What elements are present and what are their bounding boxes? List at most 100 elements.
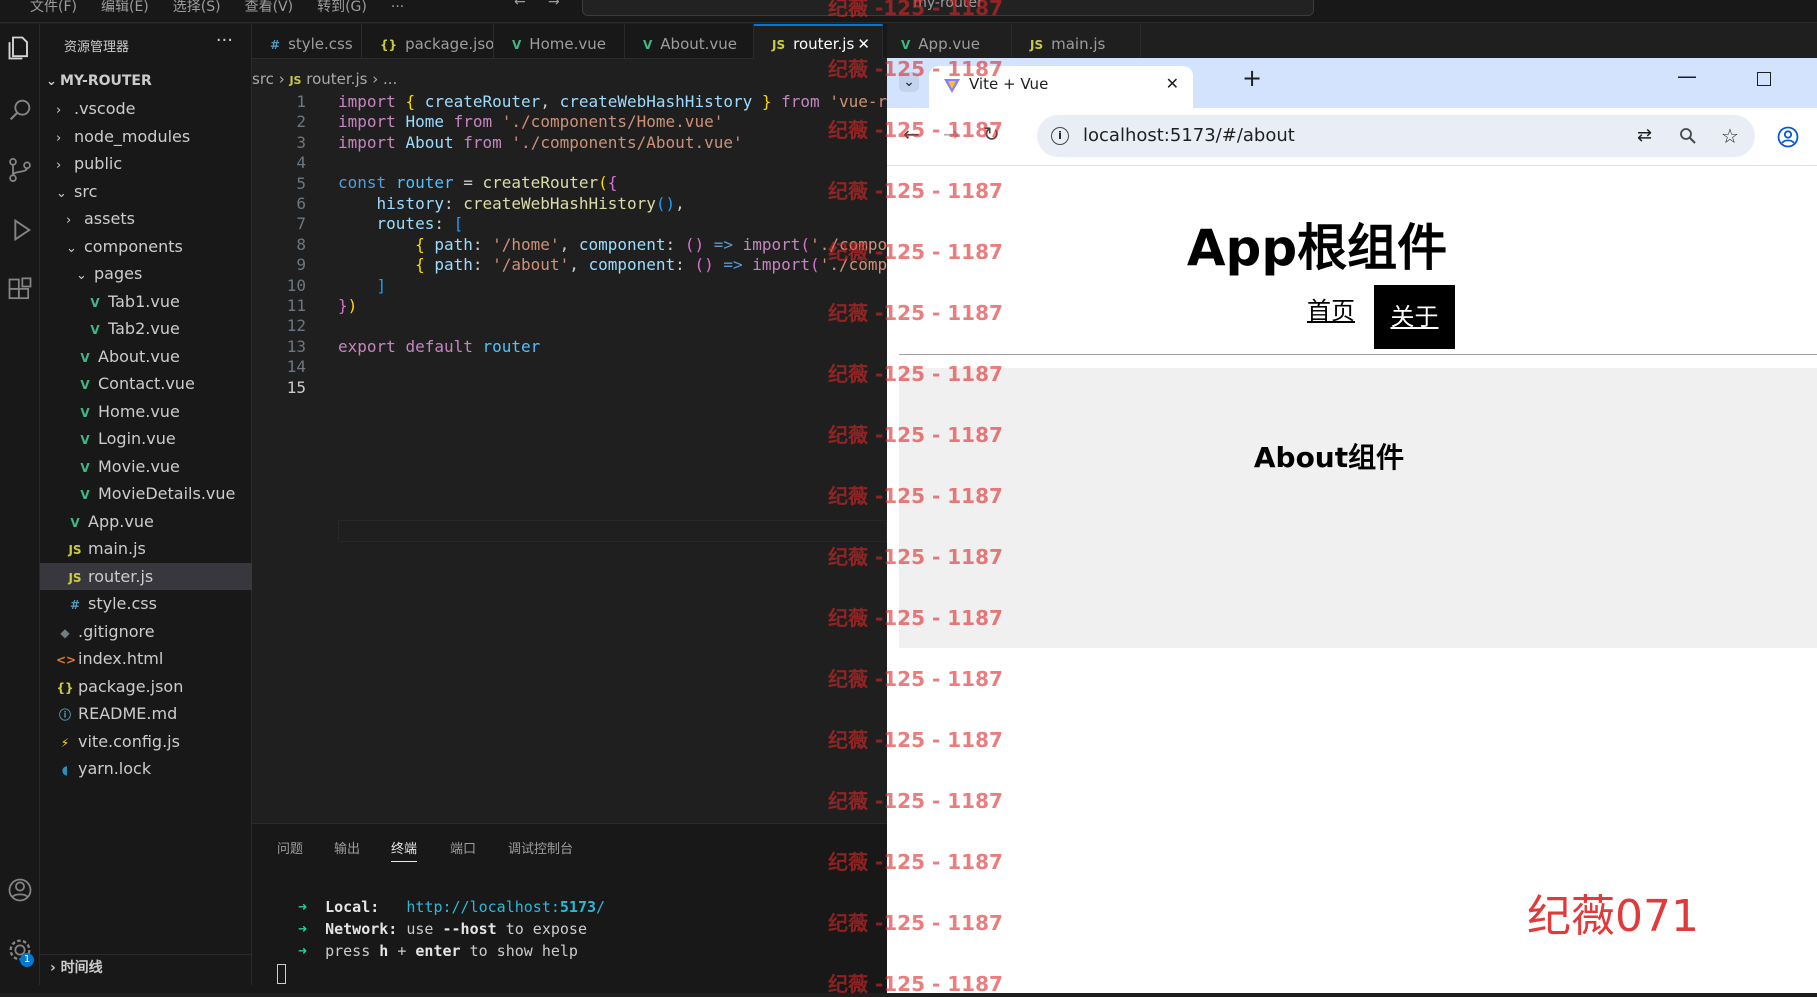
menu-file[interactable]: 文件(F): [30, 0, 77, 16]
chevron-down-icon: ⌄: [66, 240, 77, 256]
js-file-icon: JS: [289, 74, 302, 87]
forward-arrow-icon[interactable]: →: [548, 0, 560, 10]
js-file-icon: JS: [1030, 38, 1044, 52]
tree-item[interactable]: ⌄ components: [40, 233, 252, 260]
bookmark-star-icon[interactable]: ☆: [1721, 115, 1739, 157]
tree-item[interactable]: JS router.js: [40, 562, 252, 590]
code-editor[interactable]: 1 2 3 4 5 6 7 8 9 10 11 12 13 14 15 import { createRou…: [252, 92, 1080, 822]
tree-item[interactable]: V Movie.vue: [40, 453, 252, 480]
timeline-label: 时间线: [60, 960, 103, 976]
tree-item[interactable]: V Contact.vue: [40, 370, 252, 397]
menu-select[interactable]: 选择(S): [173, 0, 221, 16]
close-tab-icon[interactable]: ✕: [1166, 66, 1179, 102]
tree-item[interactable]: V Home.vue: [40, 398, 252, 425]
browser-tab-bar: ⌄ Vite + Vue ✕ + —: [887, 58, 1817, 108]
zoom-icon[interactable]: [1679, 127, 1697, 145]
tree-item[interactable]: › node_modules: [40, 123, 252, 150]
tree-item[interactable]: ⓘ README.md: [40, 700, 252, 727]
watermark-text: 纪薇 -125 - 1187: [828, 667, 1003, 691]
watermark-text: 纪薇 -125 - 1187: [828, 362, 1003, 386]
nav-link-home[interactable]: 首页: [1307, 291, 1355, 326]
nav-link-about[interactable]: 关于: [1374, 285, 1455, 349]
tree-item[interactable]: ◖ yarn.lock: [40, 755, 252, 782]
tree-item[interactable]: › assets: [40, 205, 252, 232]
timeline-section[interactable]: › 时间线: [40, 954, 252, 980]
local-url[interactable]: http://localhost:5173/: [406, 898, 605, 916]
tree-item[interactable]: V Tab1.vue: [40, 288, 252, 315]
maximize-button[interactable]: [1757, 72, 1771, 86]
tree-item[interactable]: › .vscode: [40, 95, 252, 122]
tab-package-json[interactable]: {} package.json: [362, 24, 494, 59]
tab-label: About.vue: [660, 35, 738, 53]
tab-output[interactable]: 输出: [334, 838, 360, 857]
breadcrumb-folder[interactable]: src: [252, 70, 274, 88]
run-debug-icon[interactable]: [6, 216, 34, 244]
git-file-icon: ◆: [60, 625, 70, 640]
breadcrumb: src › JS router.js › ...: [252, 70, 397, 88]
tree-item[interactable]: ⌄ src: [40, 178, 252, 205]
tree-item[interactable]: V Login.vue: [40, 425, 252, 452]
back-arrow-icon[interactable]: ←: [514, 0, 526, 10]
profile-icon[interactable]: [1777, 126, 1799, 148]
menu-view[interactable]: 查看(V): [245, 0, 294, 16]
status-bar: [0, 985, 887, 993]
search-icon[interactable]: [6, 96, 34, 124]
vue-file-icon: V: [90, 295, 100, 310]
tree-item[interactable]: ⌄ pages: [40, 260, 252, 287]
tree-item-label: About.vue: [98, 346, 180, 366]
new-tab-button[interactable]: +: [1242, 64, 1262, 92]
tree-item[interactable]: # style.css: [40, 590, 252, 617]
account-icon[interactable]: [6, 876, 34, 904]
current-line-highlight: [338, 520, 887, 542]
local-label: Local:: [325, 898, 380, 916]
tree-item[interactable]: V MovieDetails.vue: [40, 480, 252, 507]
menu-more[interactable]: ···: [391, 0, 404, 15]
site-info-icon[interactable]: i: [1051, 127, 1069, 145]
explorer-title: 资源管理器: [64, 40, 130, 55]
tab-problems[interactable]: 问题: [277, 838, 303, 857]
explorer-more-button[interactable]: ···: [216, 30, 233, 51]
tree-item-label: App.vue: [88, 511, 154, 531]
address-bar[interactable]: i localhost:5173/#/about ⇄ ☆: [1037, 115, 1755, 157]
tab-Home-vue[interactable]: V Home.vue: [494, 24, 625, 59]
project-root[interactable]: ⌄ MY-ROUTER: [40, 68, 252, 95]
vue-file-icon: V: [80, 350, 90, 365]
vue-file-icon: V: [512, 38, 522, 52]
vue-file-icon: V: [80, 460, 90, 475]
breadcrumb-symbols[interactable]: ...: [383, 70, 397, 88]
extensions-icon[interactable]: [6, 276, 34, 304]
breadcrumb-file[interactable]: router.js: [306, 70, 367, 88]
tree-item[interactable]: JS main.js: [40, 535, 252, 562]
line-number: 12: [286, 316, 306, 336]
terminal-line-help: ➜ press h + enter to show help: [298, 942, 578, 960]
watermark-signature: 纪薇071: [1527, 891, 1699, 942]
tree-item[interactable]: ⚡ vite.config.js: [40, 728, 252, 755]
tab-debug-console[interactable]: 调试控制台: [508, 838, 573, 857]
tree-item[interactable]: › public: [40, 150, 252, 177]
info-file-icon: ⓘ: [58, 708, 71, 722]
source-control-icon[interactable]: [6, 156, 34, 184]
tree-item[interactable]: {} package.json: [40, 673, 252, 700]
tree-item-label: Tab2.vue: [108, 319, 180, 338]
tree-item[interactable]: V App.vue: [40, 508, 252, 535]
tab-ports[interactable]: 端口: [450, 838, 476, 857]
tree-item[interactable]: V About.vue: [40, 343, 252, 370]
tab-terminal[interactable]: 终端: [391, 838, 418, 862]
vue-file-icon: V: [80, 488, 90, 502]
tab-About-vue[interactable]: V About.vue: [625, 24, 754, 59]
tab-style-css[interactable]: # style.css: [252, 24, 362, 59]
tree-item[interactable]: <> index.html: [40, 645, 252, 672]
tree-item[interactable]: V Tab2.vue: [40, 315, 252, 342]
tree-item-label: package.json: [78, 676, 184, 696]
menu-go[interactable]: 转到(G): [317, 0, 367, 16]
menu-edit[interactable]: 编辑(E): [101, 0, 149, 16]
tab-main-js[interactable]: JS main.js: [1012, 24, 1141, 59]
chevron-down-icon: ⌄: [46, 74, 57, 89]
minimize-button[interactable]: —: [1677, 64, 1697, 88]
translate-icon[interactable]: ⇄: [1637, 115, 1652, 157]
vue-file-icon: V: [80, 433, 90, 447]
tree-item[interactable]: ◆ .gitignore: [40, 618, 252, 645]
html-file-icon: <>: [56, 653, 77, 667]
explorer-icon[interactable]: [6, 34, 34, 62]
tree-item-label: MovieDetails.vue: [98, 484, 236, 503]
